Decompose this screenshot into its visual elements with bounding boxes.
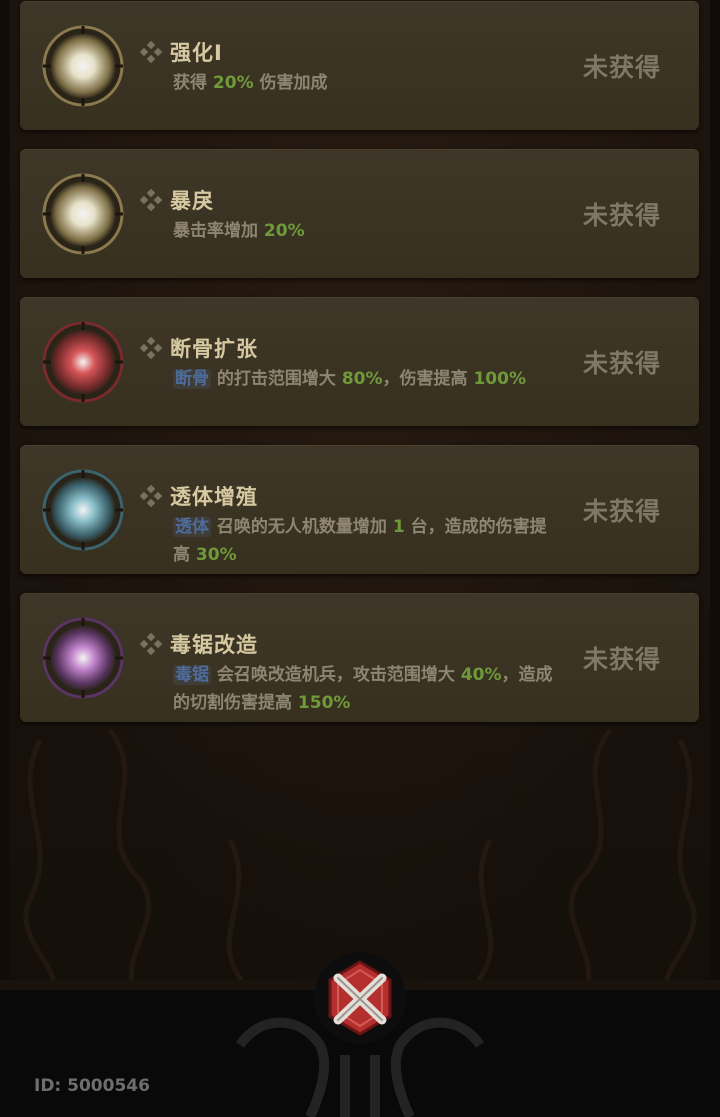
player-id: ID: 5000546	[34, 1076, 150, 1096]
diamond-bullet-icon	[140, 189, 162, 211]
skill-orb-icon	[42, 321, 124, 403]
description-text: 暴击率增加	[173, 221, 264, 241]
skill-status: 未获得	[582, 348, 661, 378]
skill-description: 获得 20% 伤害加成	[173, 69, 553, 97]
skill-card[interactable]: 强化I 获得 20% 伤害加成 未获得	[20, 1, 699, 130]
skill-title: 强化I	[170, 41, 223, 65]
skill-card[interactable]: 暴戾暴击率增加 20% 未获得	[20, 149, 699, 278]
skill-orb-icon	[42, 469, 124, 551]
skill-status: 未获得	[582, 52, 661, 82]
skill-status: 未获得	[582, 644, 661, 674]
description-text: 会召唤改造机兵，攻击范围增大	[211, 665, 461, 685]
skill-status: 未获得	[582, 496, 661, 526]
skill-title: 暴戾	[170, 189, 214, 213]
value-highlight: 20%	[212, 73, 254, 93]
skill-tag: 透体	[173, 517, 211, 537]
skill-title: 毒锯改造	[170, 633, 258, 657]
skill-description: 透体 召唤的无人机数量增加 1 台，造成的伤害提高 30%	[173, 513, 553, 569]
skill-card[interactable]: 毒锯改造毒锯 会召唤改造机兵，攻击范围增大 40%，造成的切割伤害提高 150%…	[20, 593, 699, 722]
value-highlight: 40%	[460, 665, 502, 685]
skill-status: 未获得	[582, 200, 661, 230]
skill-card[interactable]: 断骨扩张断骨 的打击范围增大 80%，伤害提高 100% 未获得	[20, 297, 699, 426]
skill-title: 透体增殖	[170, 485, 258, 509]
skill-title-row: 透体增殖	[140, 481, 258, 511]
diamond-bullet-icon	[140, 337, 162, 359]
value-highlight: 20%	[263, 221, 305, 241]
skill-description: 毒锯 会召唤改造机兵，攻击范围增大 40%，造成的切割伤害提高 150%	[173, 661, 553, 717]
description-text: ，伤害提高	[382, 369, 474, 389]
skill-title-row: 暴戾	[140, 185, 214, 215]
value-highlight: 80%	[341, 369, 383, 389]
close-button[interactable]	[310, 948, 410, 1048]
skill-title: 断骨扩张	[170, 337, 258, 361]
diamond-bullet-icon	[140, 633, 162, 655]
skill-orb-icon	[42, 173, 124, 255]
description-text: 伤害加成	[253, 73, 328, 93]
skill-card[interactable]: 透体增殖透体 召唤的无人机数量增加 1 台，造成的伤害提高 30% 未获得	[20, 445, 699, 574]
skill-title-row: 断骨扩张	[140, 333, 258, 363]
diamond-bullet-icon	[140, 41, 162, 63]
diamond-bullet-icon	[140, 485, 162, 507]
value-highlight: 30%	[195, 545, 237, 565]
skill-description: 断骨 的打击范围增大 80%，伤害提高 100%	[173, 365, 553, 393]
skill-orb-icon	[42, 25, 124, 107]
skill-orb-icon	[42, 617, 124, 699]
skill-description: 暴击率增加 20%	[173, 217, 553, 245]
skill-title-row: 毒锯改造	[140, 629, 258, 659]
description-text: 获得	[173, 73, 213, 93]
description-text: 的打击范围增大	[211, 369, 342, 389]
value-highlight: 100%	[473, 369, 526, 389]
close-x-icon	[314, 952, 406, 1044]
skill-tag: 毒锯	[173, 665, 211, 685]
value-highlight: 1	[392, 517, 405, 537]
skill-title-row: 强化I	[140, 37, 223, 67]
value-highlight: 150%	[297, 693, 351, 713]
skill-tag: 断骨	[173, 369, 211, 389]
description-text: 召唤的无人机数量增加	[211, 517, 393, 537]
